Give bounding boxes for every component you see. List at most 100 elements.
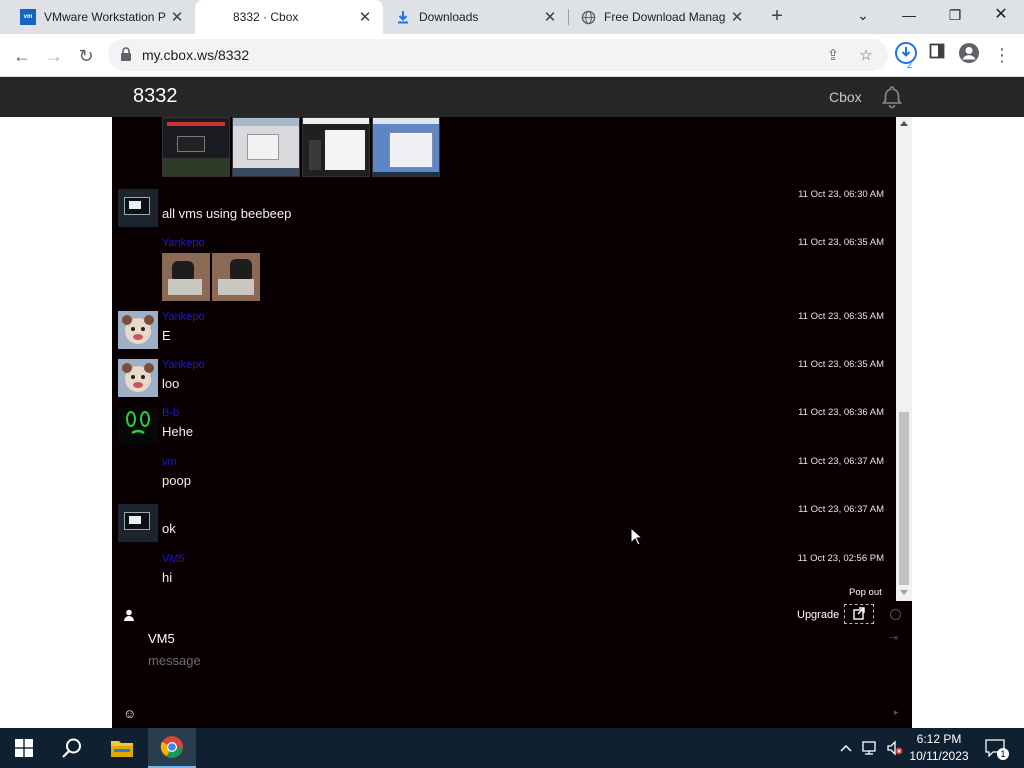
profile-avatar-icon[interactable] [956, 42, 982, 68]
message-time: 11 Oct 23, 02:56 PM [797, 553, 884, 564]
message-text: loo [162, 376, 180, 391]
screenshot-thumbnail[interactable] [372, 117, 440, 177]
site-header: 8332 Cbox [0, 77, 1024, 117]
message-username[interactable]: vm [162, 456, 177, 468]
close-icon[interactable]: ✕ [540, 8, 560, 26]
close-window-button[interactable]: ✕ [978, 0, 1024, 30]
message-username[interactable]: Yankepo [162, 237, 205, 249]
globe-icon [580, 9, 596, 25]
reload-button[interactable]: ↻ [72, 42, 100, 70]
lock-icon [121, 47, 131, 61]
close-icon[interactable]: ✕ [167, 8, 187, 26]
chat-box: 11 Oct 23, 06:30 AM all vms using beebee… [112, 117, 912, 728]
message-time: 11 Oct 23, 06:30 AM [798, 189, 884, 200]
tab-downloads[interactable]: Downloads ✕ [383, 0, 568, 34]
screenshot-thumbnail[interactable] [302, 117, 370, 177]
file-explorer-icon[interactable] [98, 728, 146, 768]
cat-photo-thumbnail[interactable] [212, 253, 260, 301]
status-circle-icon[interactable] [890, 609, 901, 620]
message-text: all vms using beebeep [162, 206, 292, 221]
downloads-icon[interactable]: 2 [893, 42, 919, 70]
minimize-button[interactable]: — [886, 0, 932, 30]
login-icon[interactable]: ⇥ [889, 631, 898, 644]
avatar [118, 504, 158, 542]
download-icon [395, 9, 411, 25]
back-button[interactable]: ← [8, 42, 36, 70]
image-attachments [162, 117, 440, 177]
avatar [118, 311, 158, 349]
close-icon[interactable]: ✕ [355, 8, 375, 26]
menu-kebab-icon[interactable]: ⋮ [989, 42, 1015, 68]
name-field[interactable]: VM5 [148, 631, 175, 646]
forward-button[interactable]: → [40, 42, 68, 70]
message-username[interactable]: VM5 [162, 553, 185, 565]
download-badge: 2 [907, 60, 913, 70]
bookmark-star-icon[interactable]: ☆ [856, 46, 876, 66]
message-username[interactable]: B-b [162, 407, 179, 419]
emoji-icon[interactable]: ☺ [123, 706, 136, 721]
mouse-cursor-icon [630, 527, 644, 546]
message-input[interactable]: message [148, 653, 201, 668]
tray-chevron-icon[interactable] [836, 728, 856, 768]
windows-start-icon[interactable] [0, 728, 48, 768]
upgrade-link[interactable]: Upgrade [797, 609, 839, 621]
tab-cbox[interactable]: 8332 · Cbox ✕ [195, 0, 383, 34]
message-text: E [162, 328, 171, 343]
brand-link[interactable]: Cbox [829, 89, 862, 105]
page-title: 8332 [133, 85, 178, 107]
notification-center-icon[interactable]: 1 [980, 728, 1010, 768]
chat-message: VM5 11 Oct 23, 02:56 PM hi [112, 553, 896, 599]
network-icon[interactable] [860, 728, 882, 768]
message-time: 11 Oct 23, 06:36 AM [798, 407, 884, 418]
cat-photo-thumbnail[interactable] [162, 253, 210, 301]
message-scrollbar[interactable] [896, 117, 912, 601]
screenshot-thumbnail[interactable] [162, 117, 230, 177]
avatar [118, 189, 158, 227]
new-tab-button[interactable]: + [764, 4, 790, 30]
restore-button[interactable]: ❐ [932, 0, 978, 30]
scroll-down-arrow-icon[interactable] [900, 590, 908, 595]
message-username[interactable]: Yankepo [162, 311, 205, 323]
chat-message: 11 Oct 23, 06:30 AM all vms using beebee… [112, 189, 896, 235]
tab-blank-icon [211, 9, 225, 25]
message-time: 11 Oct 23, 06:35 AM [798, 311, 884, 322]
chat-message: B-b 11 Oct 23, 06:36 AM Hehe [112, 407, 896, 453]
vmware-icon: vm [20, 9, 36, 25]
tab-title: Free Download Manag [604, 10, 726, 24]
url-text: my.cbox.ws/8332 [142, 47, 250, 63]
tab-vmware[interactable]: vm VMware Workstation P ✕ [0, 0, 195, 34]
tab-title: VMware Workstation P [44, 10, 166, 24]
chrome-taskbar-icon[interactable] [148, 728, 196, 768]
screenshot-thumbnail[interactable] [232, 117, 300, 177]
chat-message: vm 11 Oct 23, 06:37 AM poop [112, 456, 896, 502]
chat-message: Yankepo 11 Oct 23, 06:35 AM loo [112, 359, 896, 405]
volume-muted-icon[interactable] [884, 728, 906, 768]
address-bar[interactable]: my.cbox.ws/8332 ⇪ ☆ [108, 39, 888, 71]
send-arrow-icon[interactable]: ▸ [894, 707, 899, 718]
tab-title: Downloads [419, 10, 479, 24]
notification-count: 1 [997, 748, 1009, 760]
taskbar-clock[interactable]: 6:12 PM 10/11/2023 [906, 731, 972, 765]
scrollbar-thumb[interactable] [899, 412, 909, 585]
bell-icon[interactable] [879, 84, 905, 110]
avatar [118, 407, 158, 445]
close-icon[interactable]: ✕ [727, 8, 747, 26]
tab-fdm[interactable]: Free Download Manag ✕ [569, 0, 755, 34]
message-text: hi [162, 570, 173, 585]
external-link-icon [853, 607, 865, 620]
message-text: ok [162, 521, 176, 536]
chat-message: 11 Oct 23, 06:37 AM ok [112, 504, 896, 550]
clock-date: 10/11/2023 [909, 749, 969, 763]
search-icon[interactable] [48, 728, 96, 768]
popout-link[interactable]: Pop out [849, 587, 882, 598]
user-icon[interactable] [123, 609, 135, 621]
message-username[interactable]: Yankepo [162, 359, 205, 371]
tab-search-chevron-icon[interactable]: ⌄ [840, 0, 886, 30]
side-panel-icon[interactable] [924, 42, 950, 68]
scroll-up-arrow-icon[interactable] [900, 121, 908, 126]
image-attachments [162, 253, 260, 301]
popout-button[interactable] [844, 604, 874, 624]
message-text: poop [162, 473, 191, 488]
share-icon[interactable]: ⇪ [823, 46, 843, 66]
avatar [118, 359, 158, 397]
